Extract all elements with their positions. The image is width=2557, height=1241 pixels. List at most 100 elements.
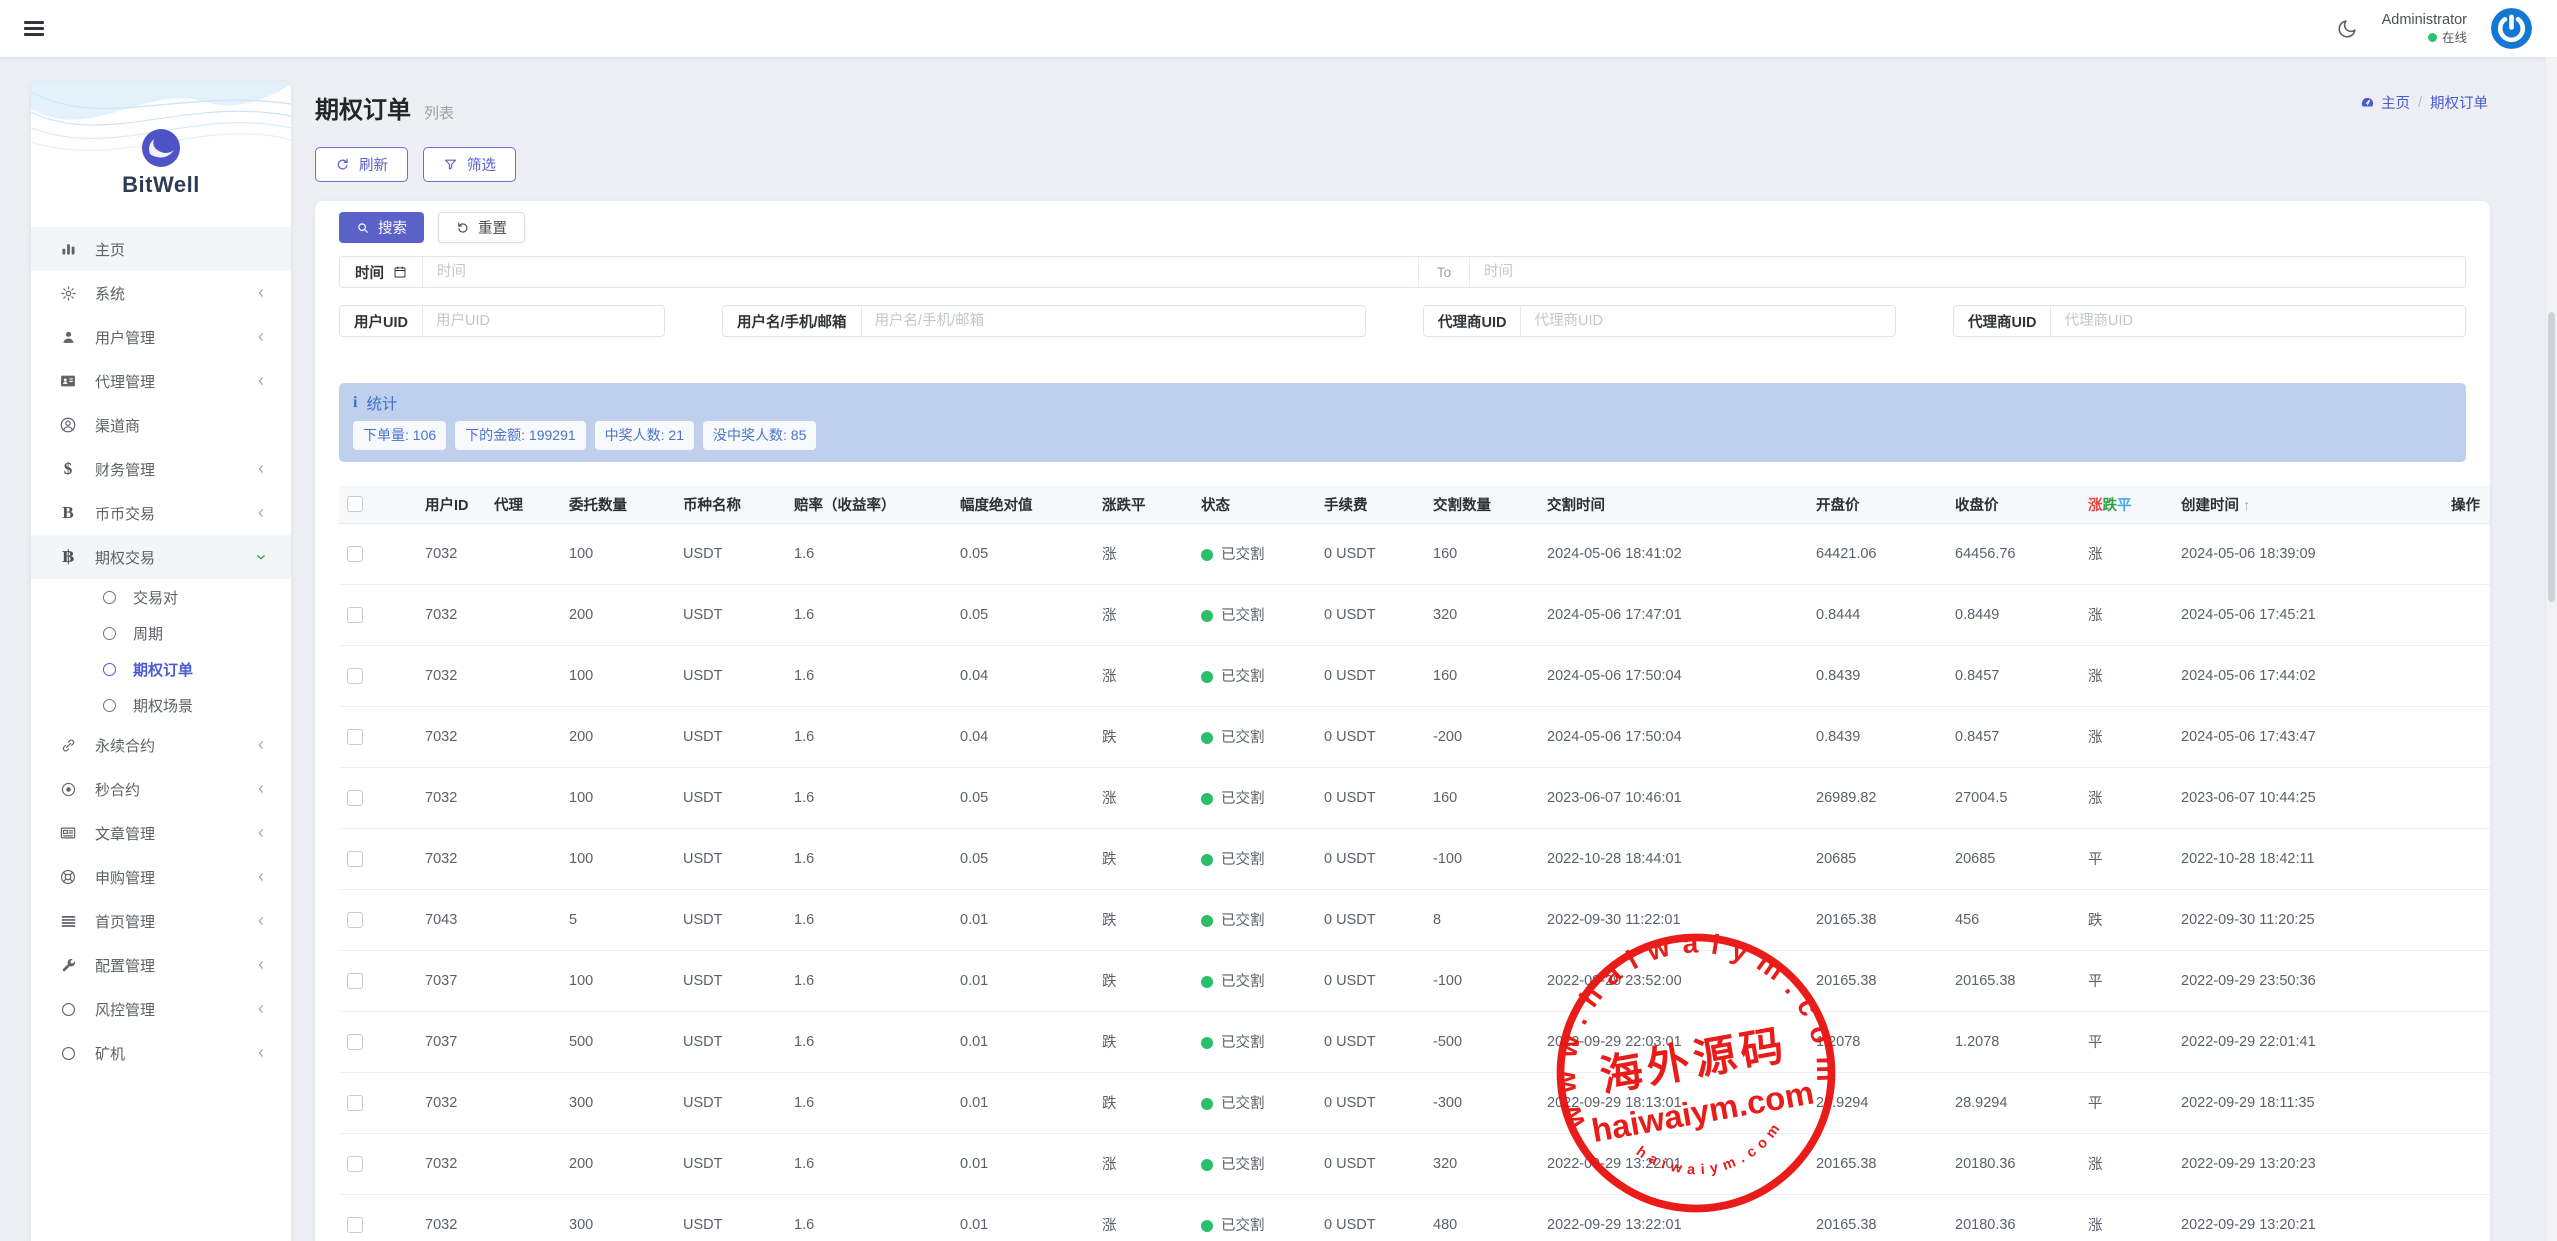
cell-settle_qty: 320 <box>1425 1133 1539 1194</box>
cell-fee: 0 USDT <box>1316 889 1425 950</box>
sidebar-item-article-management[interactable]: 文章管理 <box>31 811 291 855</box>
sidebar-subitem-option-orders[interactable]: 期权订单 <box>31 651 291 687</box>
cell-odds: 1.6 <box>786 1194 952 1241</box>
cell-direction: 涨 <box>1094 767 1193 828</box>
status-label: 已交割 <box>1221 1157 1265 1173</box>
search-button[interactable]: 搜索 <box>339 212 424 243</box>
row-checkbox[interactable] <box>347 1095 363 1111</box>
row-checkbox[interactable] <box>347 1034 363 1050</box>
row-checkbox[interactable] <box>347 607 363 623</box>
row-select-cell <box>339 1011 417 1072</box>
cell-open: 20165.38 <box>1808 1194 1947 1241</box>
select-all-checkbox[interactable] <box>347 496 363 512</box>
cell-range: 0.04 <box>952 645 1094 706</box>
row-checkbox[interactable] <box>347 851 363 867</box>
time-to-input[interactable] <box>1470 257 2465 287</box>
filter-field-input[interactable] <box>862 306 1365 336</box>
life-ring-icon <box>57 868 79 886</box>
hamburger-menu-icon[interactable] <box>24 17 44 39</box>
sidebar-subitem-option-scenes[interactable]: 期权场景 <box>31 687 291 723</box>
sidebar-item-homepage-management[interactable]: 首页管理 <box>31 899 291 943</box>
cell-actions <box>2443 1194 2490 1241</box>
refresh-icon <box>335 157 350 172</box>
info-icon: i <box>353 394 357 412</box>
sidebar-item-spot-trading[interactable]: B币币交易 <box>31 491 291 535</box>
cell-status: 已交割 <box>1193 706 1316 767</box>
sidebar-item-options-trading[interactable]: ฿期权交易 <box>31 535 291 579</box>
row-checkbox[interactable] <box>347 1156 363 1172</box>
sidebar-item-system[interactable]: 系统 <box>31 271 291 315</box>
cell-close: 20180.36 <box>1947 1194 2080 1241</box>
sidebar-item-finance-management[interactable]: $财务管理 <box>31 447 291 491</box>
cell-status: 已交割 <box>1193 767 1316 828</box>
filter-button[interactable]: 筛选 <box>423 147 516 182</box>
time-range-filter: 时间 To <box>339 256 2466 288</box>
sidebar-subitem-trading-pairs[interactable]: 交易对 <box>31 579 291 615</box>
sidebar-item-user-management[interactable]: 用户管理 <box>31 315 291 359</box>
sidebar-item-subscription-management[interactable]: 申购管理 <box>31 855 291 899</box>
cell-settle_time: 2022-10-28 18:44:01 <box>1539 828 1808 889</box>
row-checkbox[interactable] <box>347 1217 363 1233</box>
row-checkbox[interactable] <box>347 729 363 745</box>
sidebar-item-perpetual-contracts[interactable]: 永续合约 <box>31 723 291 767</box>
cell-agent <box>486 584 561 645</box>
sidebar-item-label: 风控管理 <box>95 999 255 1020</box>
sidebar-item-home[interactable]: 主页 <box>31 227 291 271</box>
cell-amount: 300 <box>561 1194 675 1241</box>
cell-result: 平 <box>2080 1011 2173 1072</box>
filter-field-input[interactable] <box>1521 306 1895 336</box>
chain-icon <box>57 737 79 754</box>
refresh-button[interactable]: 刷新 <box>315 147 408 182</box>
cell-created: 2024-05-06 17:45:21 <box>2173 584 2443 645</box>
column-header-12: 收盘价 <box>1947 486 2080 523</box>
app-window: Administrator 在线 <box>0 0 2557 1241</box>
column-header-5: 幅度绝对值 <box>952 486 1094 523</box>
dollar-icon: $ <box>57 459 79 479</box>
sidebar-item-second-contracts[interactable]: 秒合约 <box>31 767 291 811</box>
dark-mode-moon-icon[interactable] <box>2336 18 2358 40</box>
colored-header-part: 跌 <box>2103 498 2118 514</box>
time-from-input[interactable] <box>423 257 1418 287</box>
filter-field-input[interactable] <box>2051 306 2465 336</box>
sidebar-item-label: 系统 <box>95 283 255 304</box>
breadcrumb-current[interactable]: 期权订单 <box>2430 92 2488 113</box>
target-icon <box>57 781 79 798</box>
reset-button[interactable]: 重置 <box>438 212 525 243</box>
cell-open: 20165.38 <box>1808 950 1947 1011</box>
orders-table: 用户ID代理委托数量币种名称赔率（收益率）幅度绝对值涨跌平状态手续费交割数量交割… <box>339 486 2490 1241</box>
page-subtitle: 列表 <box>424 102 454 123</box>
row-checkbox[interactable] <box>347 668 363 684</box>
breadcrumb-home-link[interactable]: 主页 <box>2360 92 2410 113</box>
row-checkbox[interactable] <box>347 973 363 989</box>
cell-agent <box>486 767 561 828</box>
sidebar-item-config-management[interactable]: 配置管理 <box>31 943 291 987</box>
row-checkbox[interactable] <box>347 790 363 806</box>
cell-direction: 涨 <box>1094 1133 1193 1194</box>
user-menu[interactable]: Administrator 在线 <box>2382 11 2467 46</box>
sidebar-item-agent-management[interactable]: 代理管理 <box>31 359 291 403</box>
row-checkbox[interactable] <box>347 912 363 928</box>
table-row: 7032200USDT1.60.05涨已交割0 USDT3202024-05-0… <box>339 584 2490 645</box>
filter-field-input[interactable] <box>423 306 664 336</box>
row-select-cell <box>339 889 417 950</box>
cell-settle_time: 2022-09-29 18:13:01 <box>1539 1072 1808 1133</box>
avatar[interactable] <box>2491 8 2532 49</box>
cell-settle_qty: 160 <box>1425 523 1539 584</box>
cell-range: 0.05 <box>952 828 1094 889</box>
sidebar-item-channel-merchant[interactable]: 渠道商 <box>31 403 291 447</box>
column-header-14[interactable]: 创建时间↑ <box>2173 486 2443 523</box>
sidebar-item-miner[interactable]: 矿机 <box>31 1031 291 1075</box>
cell-user_id: 7032 <box>417 1194 486 1241</box>
sidebar-subitem-period[interactable]: 周期 <box>31 615 291 651</box>
stat-badge: 下的金额: 199291 <box>455 421 586 450</box>
sidebar-item-label: 代理管理 <box>95 371 255 392</box>
sidebar-item-risk-management[interactable]: 风控管理 <box>31 987 291 1031</box>
cell-settle_qty: 480 <box>1425 1194 1539 1241</box>
column-header-1: 代理 <box>486 486 561 523</box>
row-checkbox[interactable] <box>347 546 363 562</box>
cell-actions <box>2443 1133 2490 1194</box>
page-scrollbar-thumb[interactable] <box>2548 312 2555 602</box>
status-label: 已交割 <box>1221 1096 1265 1112</box>
cell-actions <box>2443 523 2490 584</box>
cell-agent <box>486 523 561 584</box>
